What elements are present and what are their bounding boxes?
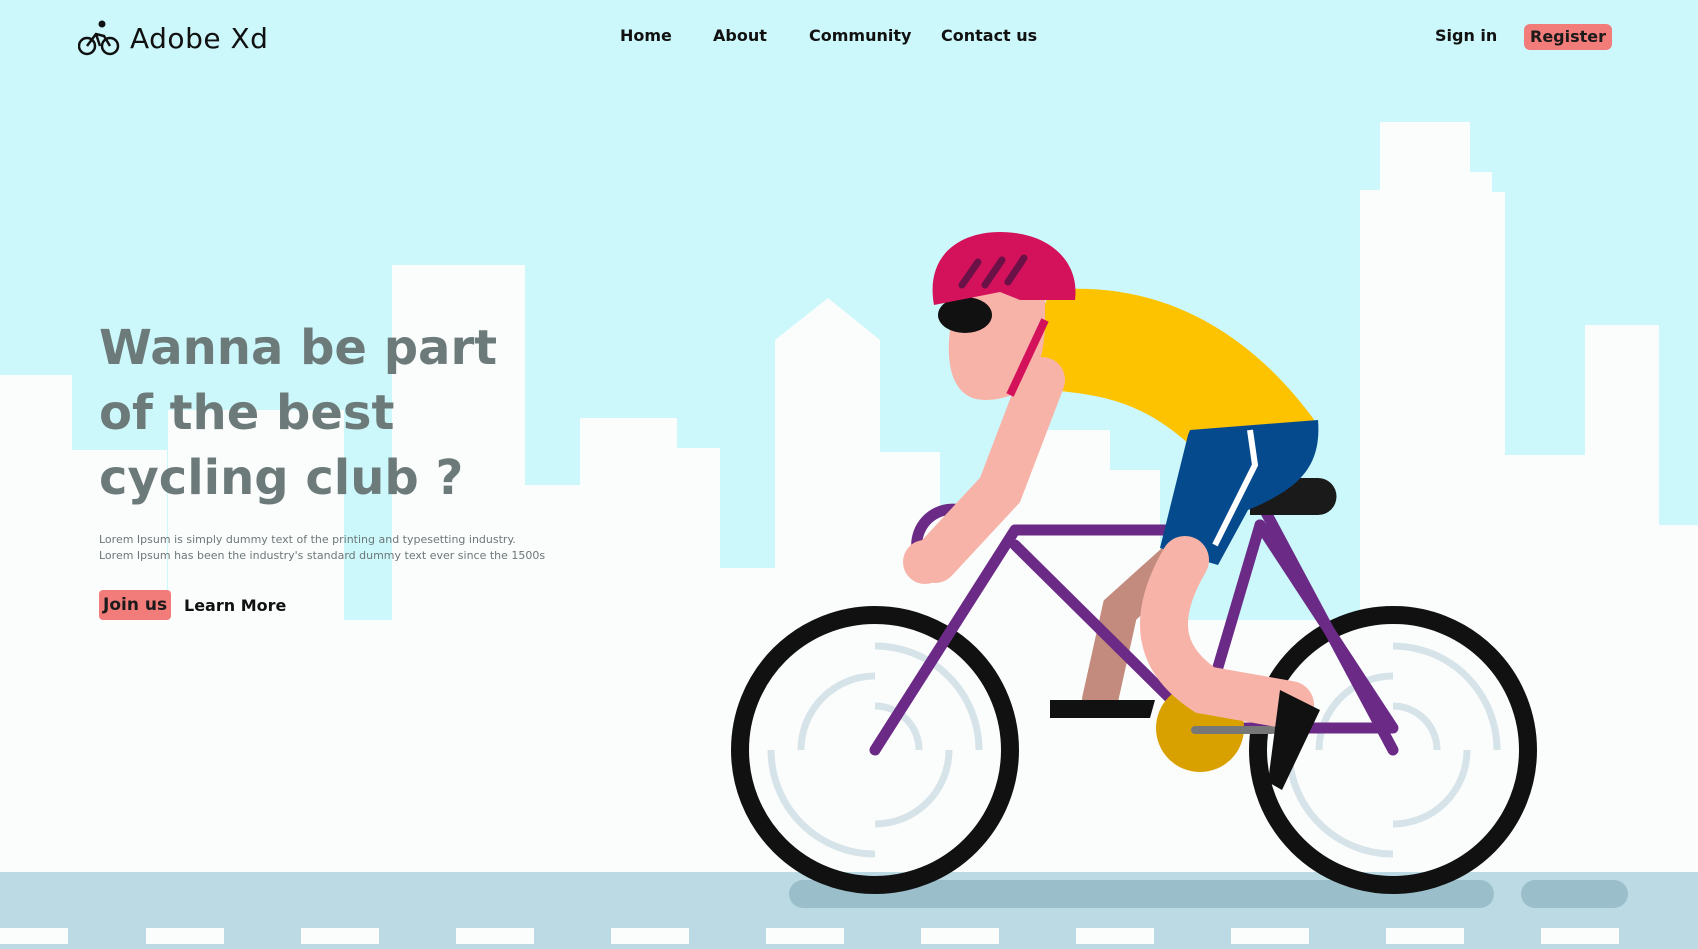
landing-page: Adobe Xd Home About Community Contact us… [0, 0, 1698, 949]
cyclist-icon [78, 20, 120, 56]
navbar: Adobe Xd Home About Community Contact us… [0, 0, 1698, 80]
bike-shadow-small [1521, 880, 1628, 908]
learn-more-link[interactable]: Learn More [184, 596, 286, 615]
hero-description: Lorem Ipsum is simply dummy text of the … [99, 532, 659, 564]
register-button[interactable]: Register [1524, 24, 1613, 50]
join-us-button[interactable]: Join us [99, 590, 172, 620]
nav-contact-us[interactable]: Contact us [941, 26, 1037, 45]
brand[interactable]: Adobe Xd [78, 16, 268, 60]
hero-title: Wanna be part of the best cycling club ? [99, 316, 619, 511]
hero-description-line: Lorem Ipsum is simply dummy text of the … [99, 533, 516, 546]
nav-home[interactable]: Home [620, 26, 672, 45]
nav-community[interactable]: Community [809, 26, 911, 45]
hero-description-line: Lorem Ipsum has been the industry's stan… [99, 549, 546, 562]
hero-title-line: cycling club ? [99, 450, 464, 506]
hero-title-line: Wanna be part [99, 320, 498, 376]
nav-about[interactable]: About [713, 26, 767, 45]
hero-title-line: of the best [99, 385, 395, 441]
brand-name: Adobe Xd [130, 21, 269, 55]
sign-in-link[interactable]: Sign in [1435, 26, 1497, 45]
